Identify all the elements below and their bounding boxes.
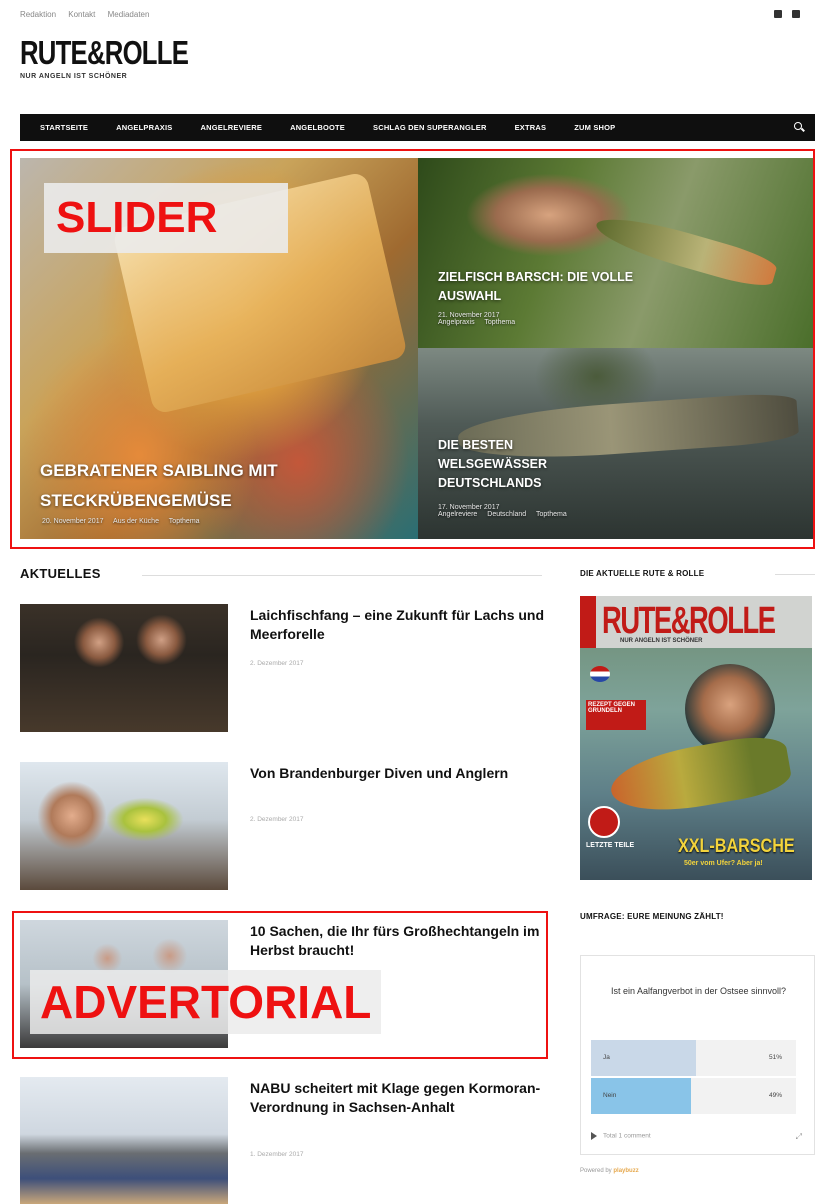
poll-footer: Total 1 comment (591, 1132, 651, 1140)
article-date: 1. Dezember 2017 (250, 1151, 304, 1158)
advertorial-annotation-label: ADVERTORIAL (30, 970, 382, 1034)
magazine-tease: REZEPT GEGEN GRUNDELN (586, 700, 646, 730)
nav-angelboote[interactable]: ANGELBOOTE (290, 123, 345, 132)
top-bar: Redaktion Kontakt Mediadaten (20, 10, 800, 24)
article-item[interactable]: Von Brandenburger Diven und Anglern 2. D… (20, 762, 550, 892)
powered-prefix: Powered by (580, 1168, 612, 1174)
poll-question: Ist ein Aalfangverbot in der Ostsee sinn… (610, 986, 787, 996)
section-divider (142, 575, 542, 576)
magazine-cover-perch (606, 730, 794, 822)
nav-startseite[interactable]: STARTSEITE (40, 123, 88, 132)
article-item[interactable]: NABU scheitert mit Klage gegen Kormoran-… (20, 1077, 550, 1204)
poll-option-ja[interactable]: Ja 51% (591, 1040, 796, 1076)
magazine-stamp-icon (588, 806, 620, 838)
logo-wordmark: RUTE&ROLLE (20, 34, 189, 71)
article-date: 2. Dezember 2017 (250, 816, 304, 823)
sidebar-divider (775, 574, 815, 575)
article-title[interactable]: Laichfischfang – eine Zukunft für Lachs … (250, 606, 550, 644)
poll-footer-text[interactable]: Total 1 comment (603, 1133, 651, 1140)
link-mediadaten[interactable]: Mediadaten (108, 10, 150, 19)
playbuzz-logo[interactable]: playbuzz (613, 1168, 638, 1174)
magazine-subline: 50er vom Ufer? Aber ja! (684, 860, 763, 867)
article-thumbnail[interactable] (20, 604, 228, 732)
nav-angelpraxis[interactable]: ANGELPRAXIS (116, 123, 172, 132)
poll-powered-by: Powered by playbuzz (580, 1168, 639, 1174)
article-item[interactable]: Laichfischfang – eine Zukunft für Lachs … (20, 604, 550, 734)
magazine-cover[interactable]: RUTE&ROLLE NUR ANGELN IST SCHÖNER REZEPT… (580, 596, 812, 880)
facebook-icon[interactable] (773, 10, 782, 18)
article-title[interactable]: Von Brandenburger Diven und Anglern (250, 764, 550, 783)
logo-tagline: NUR ANGELN IST SCHÖNER (20, 73, 128, 80)
nav-schlag-den-superangler[interactable]: SCHLAG DEN SUPERANGLER (373, 123, 487, 132)
social-links (766, 10, 800, 20)
norway-flag-icon (590, 666, 610, 682)
article-date: 2. Dezember 2017 (250, 660, 304, 667)
poll-widget: Ist ein Aalfangverbot in der Ostsee sinn… (580, 955, 815, 1155)
search-icon[interactable] (794, 122, 803, 131)
expand-icon[interactable]: ⤢ (796, 1132, 802, 1142)
instagram-icon[interactable] (792, 10, 800, 18)
poll-option-nein[interactable]: Nein 49% (591, 1078, 796, 1114)
article-title[interactable]: NABU scheitert mit Klage gegen Kormoran-… (250, 1079, 550, 1117)
poll-option-label: Nein (603, 1092, 617, 1099)
top-links: Redaktion Kontakt Mediadaten (20, 10, 800, 19)
poll-option-label: Ja (603, 1054, 610, 1061)
play-icon[interactable] (591, 1132, 597, 1140)
sidebar-magazine-heading: DIE AKTUELLE RUTE & ROLLE (580, 569, 705, 578)
magazine-letzte: LETZTE TEILE (586, 842, 635, 849)
section-title-aktuelles: AKTUELLES (20, 566, 101, 581)
poll-option-percent: 49% (768, 1092, 782, 1099)
link-kontakt[interactable]: Kontakt (68, 10, 95, 19)
article-thumbnail[interactable] (20, 762, 228, 890)
magazine-tagline: NUR ANGELN IST SCHÖNER (620, 638, 703, 644)
nav-angelreviere[interactable]: ANGELREVIERE (201, 123, 263, 132)
magazine-headline: XXL-BARSCHE (678, 836, 795, 857)
poll-option-percent: 51% (768, 1054, 782, 1061)
article-thumbnail[interactable] (20, 1077, 228, 1204)
magazine-logo: RUTE&ROLLE (602, 600, 776, 642)
nav-zum-shop[interactable]: ZUM SHOP (574, 123, 615, 132)
site-logo[interactable]: RUTE&ROLLE NUR ANGELN IST SCHÖNER (20, 36, 236, 80)
main-navigation: STARTSEITE ANGELPRAXIS ANGELREVIERE ANGE… (20, 114, 815, 141)
nav-extras[interactable]: EXTRAS (515, 123, 547, 132)
link-redaktion[interactable]: Redaktion (20, 10, 56, 19)
magazine-edition-strip (580, 596, 596, 648)
slider-annotation-label: SLIDER (44, 183, 288, 253)
sidebar-poll-heading: UMFRAGE: EURE MEINUNG ZÄHLT! (580, 912, 724, 921)
